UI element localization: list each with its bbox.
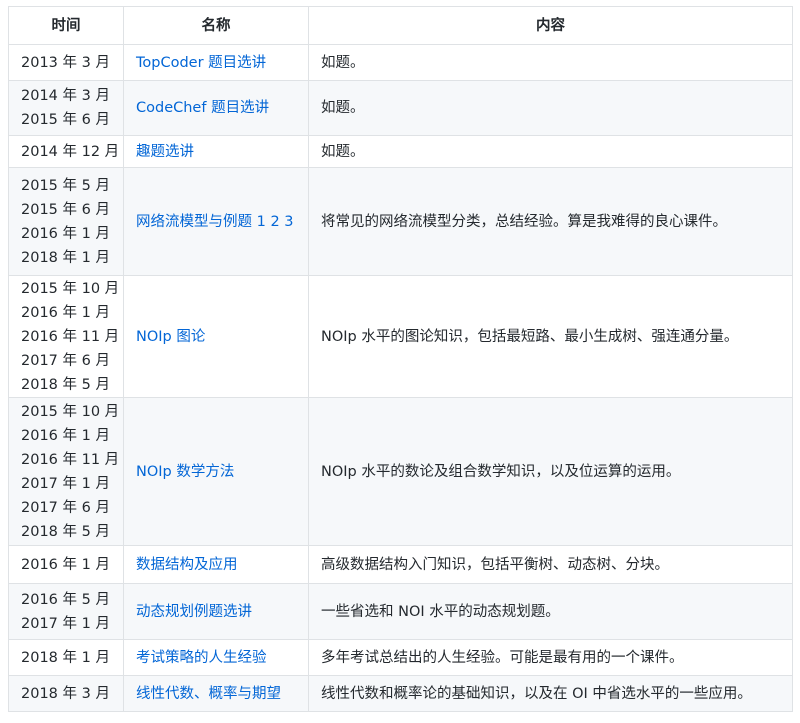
cell-desc: 如题。 [308, 135, 793, 168]
date-line: 2014 年 3 月 [21, 88, 110, 104]
date-line: 2017 年 1 月 [21, 615, 110, 632]
date-line: 2017 年 6 月 [21, 499, 110, 516]
date-line: 2018 年 5 月 [21, 523, 110, 540]
course-description: 将常见的网络流模型分类，总结经验。算是我难得的良心课件。 [321, 213, 727, 230]
cell-name: 动态规划例题选讲 [123, 583, 309, 640]
date-line: 2015 年 5 月 [21, 177, 110, 194]
cell-desc: 将常见的网络流模型分类，总结经验。算是我难得的良心课件。 [308, 167, 793, 276]
date-line: 2014 年 12 月 [21, 143, 120, 160]
date-line: 2015 年 6 月 [21, 201, 110, 218]
table-row: 2013 年 3 月 TopCoder 题目选讲 如题。 [8, 44, 793, 81]
cell-time: 2014 年 3 月 2015 年 6 月 [8, 80, 124, 136]
date-line: 2015 年 6 月 [21, 112, 110, 128]
date-line: 2018 年 3 月 [21, 685, 110, 702]
course-link[interactable]: 动态规划例题选讲 [136, 604, 252, 620]
cell-time: 2015 年 5 月 2015 年 6 月 2016 年 1 月 2018 年 1 月 [8, 167, 124, 276]
course-description: NOIp 水平的数论及组合数学知识，以及位运算的运用。 [321, 463, 681, 480]
course-link[interactable]: NOIp 数学方法 [136, 464, 234, 480]
table-row: 2015 年 10 月 2016 年 1 月 2016 年 11 月 2017 年 6… [8, 275, 793, 398]
course-description: NOIp 水平的图论知识，包括最短路、最小生成树、强连通分量。 [321, 328, 739, 345]
cell-time: 2013 年 3 月 [8, 44, 124, 81]
table-header: 时间 名称 内容 [8, 6, 793, 45]
cell-desc: 如题。 [308, 80, 793, 136]
table-body: 2013 年 3 月 TopCoder 题目选讲 如题。 2014 年 3 月 2015… [8, 44, 793, 712]
cell-desc: 高级数据结构入门知识，包括平衡树、动态树、分块。 [308, 545, 793, 584]
date-line: 2016 年 5 月 [21, 591, 110, 608]
cell-time: 2014 年 12 月 [8, 135, 124, 168]
course-description: 高级数据结构入门知识，包括平衡树、动态树、分块。 [321, 556, 669, 573]
date-line: 2015 年 10 月 [21, 280, 120, 297]
course-link[interactable]: 数据结构及应用 [136, 557, 238, 573]
table-row: 2018 年 3 月 线性代数、概率与期望 线性代数和概率论的基础知识，以及在 OI… [8, 675, 793, 712]
table-row: 2016 年 5 月 2017 年 1 月 动态规划例题选讲 一些省选和 NOI 水平… [8, 583, 793, 640]
course-description: 一些省选和 NOI 水平的动态规划题。 [321, 603, 560, 620]
course-link[interactable]: TopCoder 题目选讲 [136, 55, 266, 71]
cell-name: TopCoder 题目选讲 [123, 44, 309, 81]
course-description: 多年考试总结出的人生经验。可能是最有用的一个课件。 [321, 649, 684, 666]
date-line: 2018 年 1 月 [21, 649, 110, 666]
course-link[interactable]: 趣题选讲 [136, 144, 194, 160]
header-name: 名称 [123, 6, 309, 45]
course-link[interactable]: 考试策略的人生经验 [136, 650, 267, 666]
table-row: 2014 年 12 月趣题选讲 如题。 [8, 135, 793, 168]
cell-desc: NOIp 水平的图论知识，包括最短路、最小生成树、强连通分量。 [308, 275, 793, 398]
cell-name: 网络流模型与例题 1 2 3 [123, 167, 309, 276]
cell-desc: NOIp 水平的数论及组合数学知识，以及位运算的运用。 [308, 397, 793, 546]
cell-time: 2015 年 10 月 2016 年 1 月 2016 年 11 月 2017 年 6… [8, 275, 124, 398]
course-link[interactable]: 线性代数、概率与期望 [136, 686, 281, 702]
cell-name: 数据结构及应用 [123, 545, 309, 584]
cell-name: CodeChef 题目选讲 [123, 80, 309, 136]
header-desc: 内容 [308, 6, 793, 45]
date-line: 2018 年 1 月 [21, 249, 110, 266]
cell-time: 2018 年 3 月 [8, 675, 124, 712]
cell-time: 2016 年 5 月 2017 年 1 月 [8, 583, 124, 640]
course-description: 如题。 [321, 54, 365, 71]
course-description: 线性代数和概率论的基础知识，以及在 OI 中省选水平的一些应用。 [321, 685, 752, 702]
table-row: 2016 年 1 月 数据结构及应用 高级数据结构入门知识，包括平衡树、动态树、分块… [8, 545, 793, 584]
course-description: 如题。 [321, 143, 365, 160]
cell-desc: 多年考试总结出的人生经验。可能是最有用的一个课件。 [308, 639, 793, 676]
cell-name: NOIp 数学方法 [123, 397, 309, 546]
cell-desc: 一些省选和 NOI 水平的动态规划题。 [308, 583, 793, 640]
header-time: 时间 [8, 6, 124, 45]
course-description: 如题。 [321, 100, 365, 116]
date-line: 2015 年 10 月 [21, 403, 120, 420]
date-line: 2016 年 1 月 [21, 556, 110, 573]
course-link[interactable]: CodeChef 题目选讲 [136, 100, 269, 116]
cell-desc: 如题。 [308, 44, 793, 81]
cell-desc: 线性代数和概率论的基础知识，以及在 OI 中省选水平的一些应用。 [308, 675, 793, 712]
table-row: 2018 年 1 月 考试策略的人生经验 多年考试总结出的人生经验。可能是最有用的一… [8, 639, 793, 676]
date-line: 2016 年 1 月 [21, 427, 110, 444]
course-link[interactable]: NOIp 图论 [136, 329, 205, 345]
date-line: 2017 年 6 月 [21, 352, 110, 369]
date-line: 2016 年 11 月 [21, 328, 120, 345]
cell-time: 2016 年 1 月 [8, 545, 124, 584]
course-link[interactable]: 网络流模型与例题 1 2 3 [136, 214, 294, 230]
cell-name: 考试策略的人生经验 [123, 639, 309, 676]
cell-name: 线性代数、概率与期望 [123, 675, 309, 712]
courseware-table: 时间 名称 内容 2013 年 3 月 TopCoder 题目选讲 如题。 2014 … [8, 6, 793, 712]
cell-name: NOIp 图论 [123, 275, 309, 398]
header-row: 时间 名称 内容 [8, 6, 793, 45]
cell-time: 2015 年 10 月 2016 年 1 月 2016 年 11 月 2017 年 1… [8, 397, 124, 546]
page: 时间 名称 内容 2013 年 3 月 TopCoder 题目选讲 如题。 2014 … [0, 0, 800, 723]
date-line: 2017 年 1 月 [21, 475, 110, 492]
date-line: 2016 年 1 月 [21, 225, 110, 242]
table-row: 2014 年 3 月 2015 年 6 月 CodeChef 题目选讲 如题。 [8, 80, 793, 136]
date-line: 2016 年 11 月 [21, 451, 120, 468]
table-row: 2015 年 10 月 2016 年 1 月 2016 年 11 月 2017 年 1… [8, 397, 793, 546]
table-row: 2015 年 5 月 2015 年 6 月 2016 年 1 月 2018 年 1 月… [8, 167, 793, 276]
date-line: 2018 年 5 月 [21, 376, 110, 393]
cell-name: 趣题选讲 [123, 135, 309, 168]
date-line: 2013 年 3 月 [21, 54, 110, 71]
date-line: 2016 年 1 月 [21, 304, 110, 321]
cell-time: 2018 年 1 月 [8, 639, 124, 676]
